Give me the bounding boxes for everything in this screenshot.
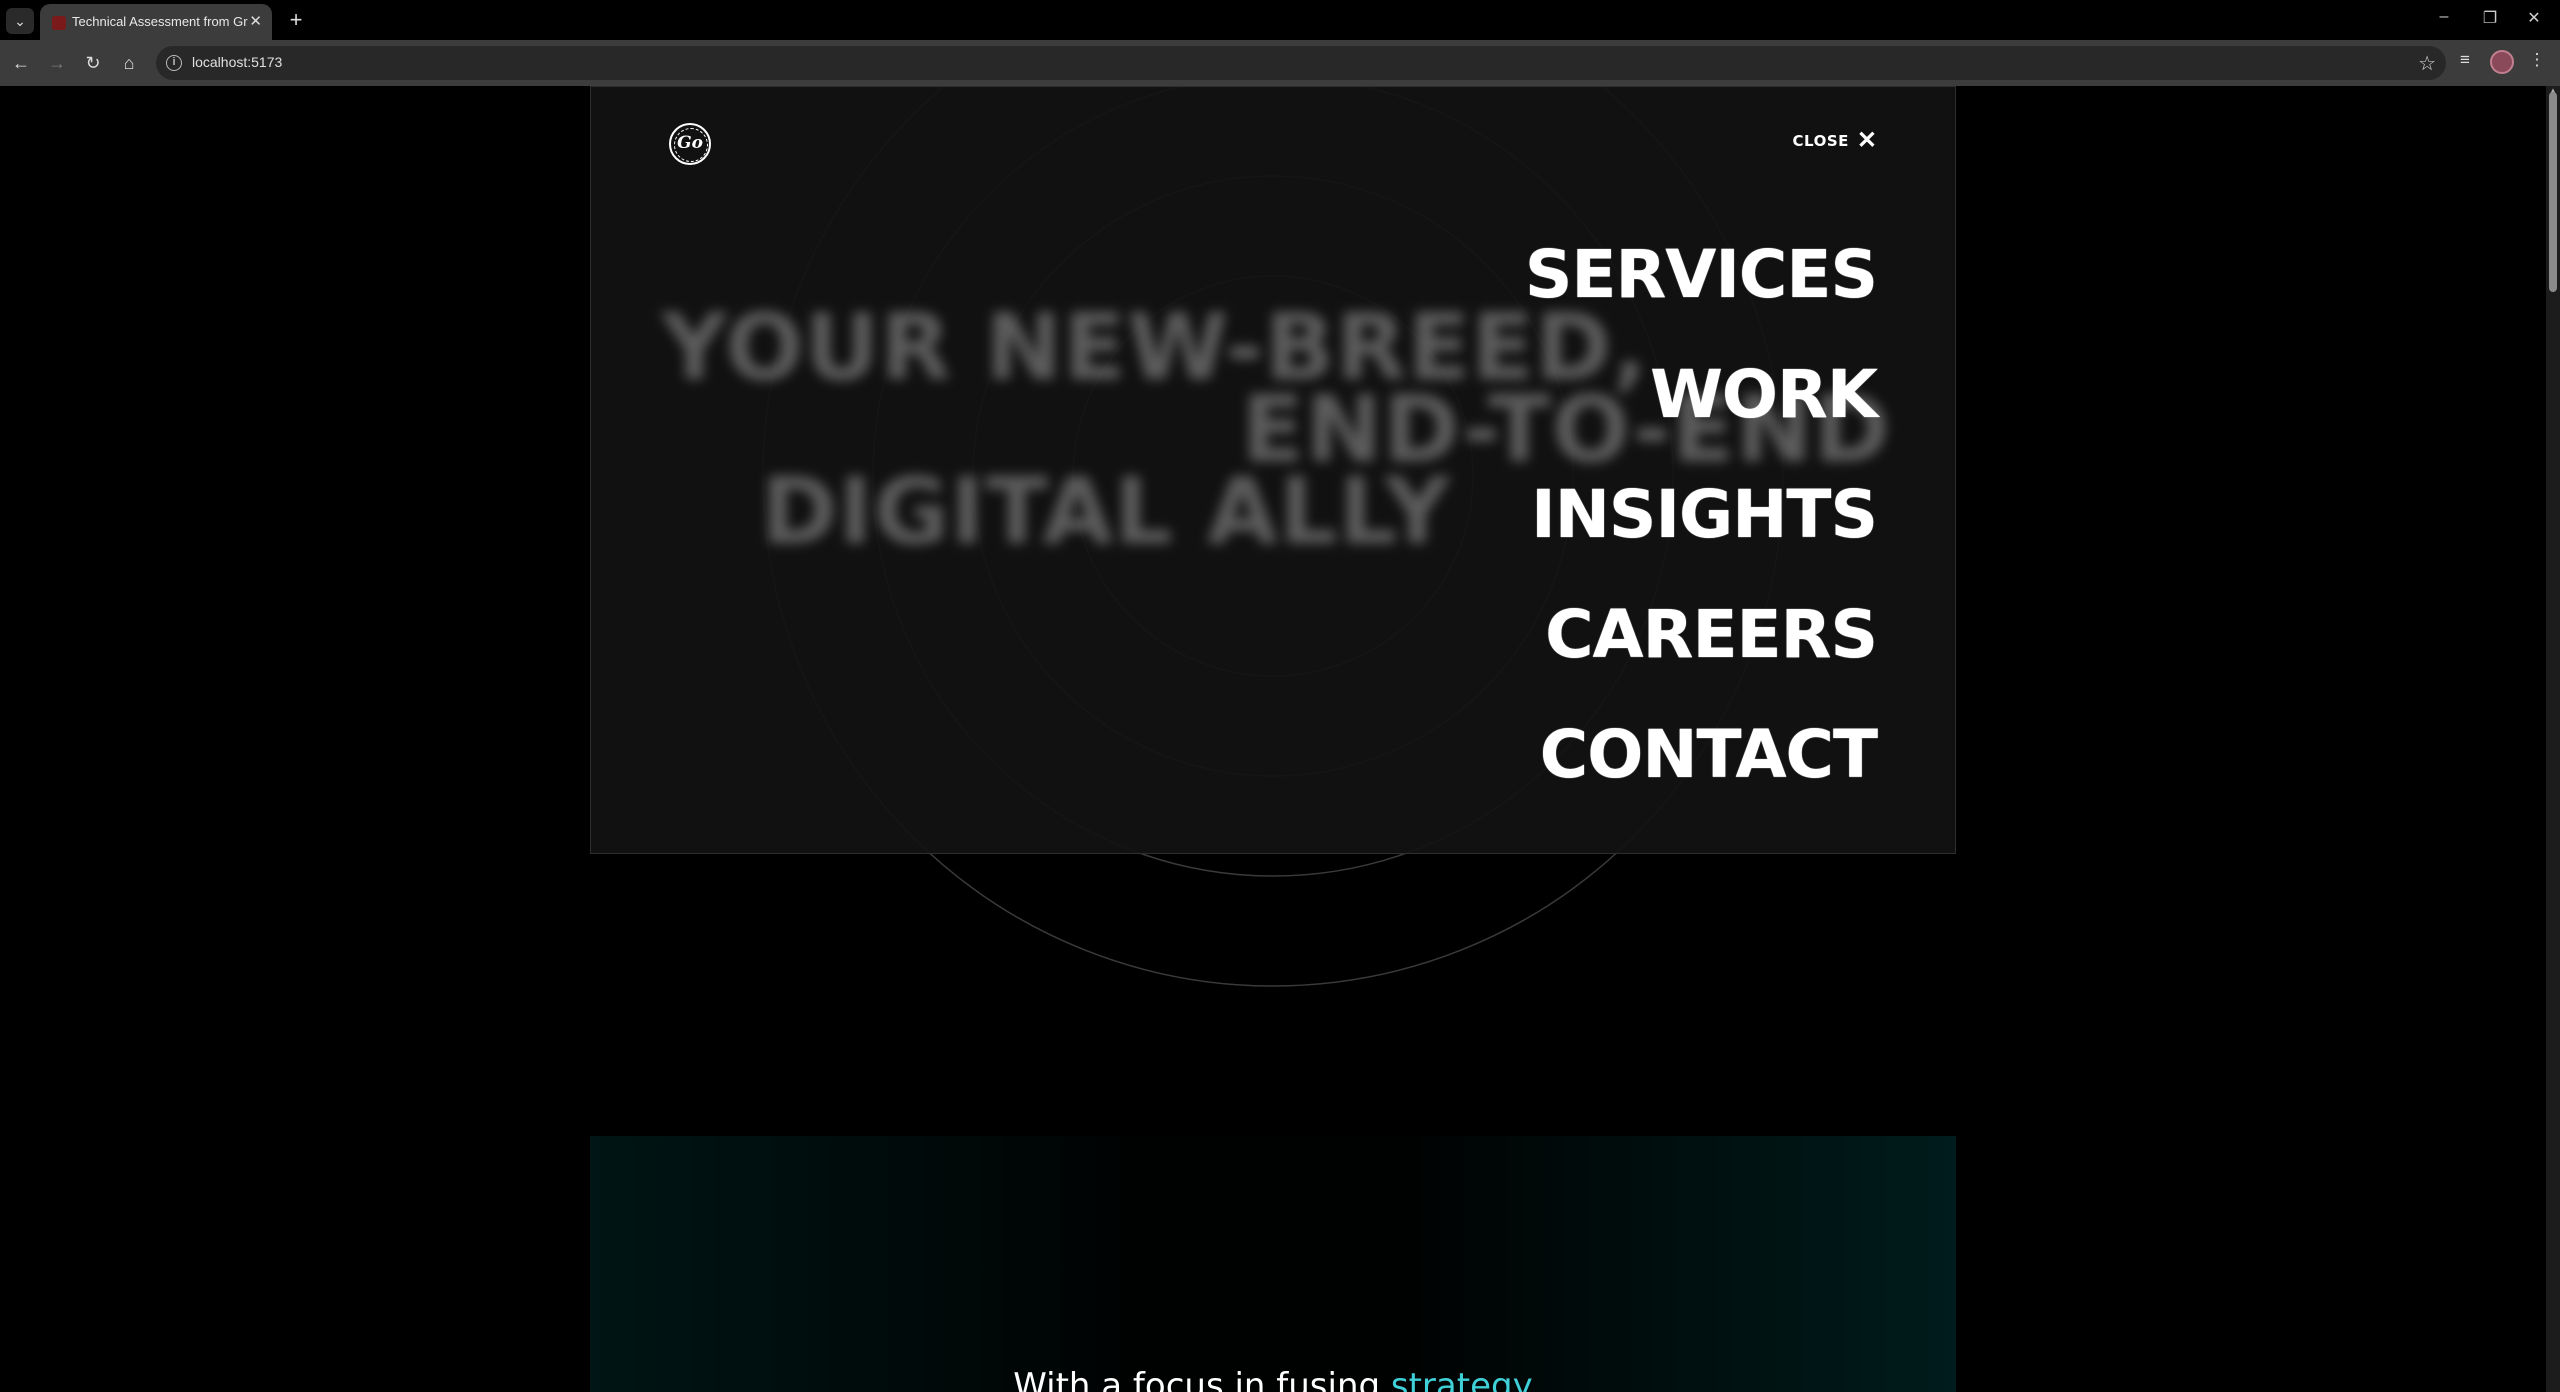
browser-tab[interactable]: Technical Assessment from Gro ✕ bbox=[40, 4, 272, 40]
avatar[interactable] bbox=[2490, 50, 2514, 74]
menu-item-services[interactable]: SERVICES bbox=[1525, 215, 1878, 335]
page-content: With a focus in fusing strategy YOUR NEW… bbox=[590, 86, 1956, 1392]
kebab-menu-icon[interactable]: ⋮ bbox=[2524, 50, 2550, 70]
close-label: CLOSE bbox=[1792, 132, 1849, 150]
menu-item-insights[interactable]: INSIGHTS bbox=[1525, 455, 1878, 575]
tab-title: Technical Assessment from Gro bbox=[72, 14, 248, 29]
tab-list-button[interactable]: ⌄ bbox=[6, 8, 34, 34]
close-window-icon[interactable]: ✕ bbox=[2514, 8, 2554, 28]
brand-logo[interactable]: Go bbox=[669, 123, 711, 165]
reload-button[interactable]: ↻ bbox=[80, 50, 106, 76]
plus-icon: + bbox=[289, 7, 303, 32]
reload-icon: ↻ bbox=[85, 53, 101, 73]
favicon-icon bbox=[52, 16, 66, 30]
page-scrollbar[interactable]: ▲ bbox=[2546, 86, 2560, 1392]
star-icon[interactable]: ☆ bbox=[2418, 51, 2436, 76]
home-button[interactable]: ⌂ bbox=[116, 50, 142, 76]
menu-item-contact[interactable]: CONTACT bbox=[1525, 695, 1878, 815]
chevron-down-icon: ⌄ bbox=[14, 13, 26, 29]
tagline: With a focus in fusing strategy bbox=[590, 1366, 1956, 1392]
menu-list: SERVICES WORK INSIGHTS CAREERS CONTACT bbox=[1525, 215, 1878, 815]
close-icon[interactable]: ✕ bbox=[249, 12, 262, 30]
back-button[interactable]: ← bbox=[8, 50, 34, 76]
menu-item-careers[interactable]: CAREERS bbox=[1525, 575, 1878, 695]
new-tab-button[interactable]: + bbox=[282, 6, 310, 34]
close-icon: ✕ bbox=[1856, 127, 1877, 154]
home-icon: ⌂ bbox=[123, 53, 135, 73]
toolbar: ← → ↻ ⌂ i localhost:5173 ☆ ≡ ⋮ bbox=[0, 40, 2560, 86]
url-text[interactable]: localhost:5173 bbox=[192, 54, 282, 70]
media-control-icon[interactable]: ≡ bbox=[2452, 50, 2478, 70]
forward-button[interactable]: → bbox=[44, 50, 70, 76]
page-viewport: With a focus in fusing strategy YOUR NEW… bbox=[0, 86, 2546, 1392]
tagline-accent: strategy bbox=[1390, 1366, 1533, 1392]
restore-icon[interactable]: ❐ bbox=[2470, 8, 2510, 28]
tab-strip: ⌄ Technical Assessment from Gro ✕ + – ❐ … bbox=[0, 0, 2560, 40]
tagline-text: With a focus in fusing bbox=[1013, 1366, 1391, 1392]
address-bar[interactable]: i localhost:5173 ☆ bbox=[156, 46, 2446, 80]
arrow-left-icon: ← bbox=[12, 53, 30, 73]
teal-glow-decoration bbox=[590, 1136, 1956, 1392]
close-menu-button[interactable]: CLOSE ✕ bbox=[1792, 127, 1877, 154]
menu-item-work[interactable]: WORK bbox=[1525, 335, 1878, 455]
info-icon[interactable]: i bbox=[166, 55, 182, 71]
minimize-icon[interactable]: – bbox=[2424, 8, 2464, 26]
arrow-right-icon: → bbox=[48, 53, 66, 73]
nav-menu-overlay: YOUR NEW-BREED, END-TO-END DIGITAL ALLY … bbox=[590, 86, 1956, 854]
scroll-thumb[interactable] bbox=[2549, 92, 2557, 292]
